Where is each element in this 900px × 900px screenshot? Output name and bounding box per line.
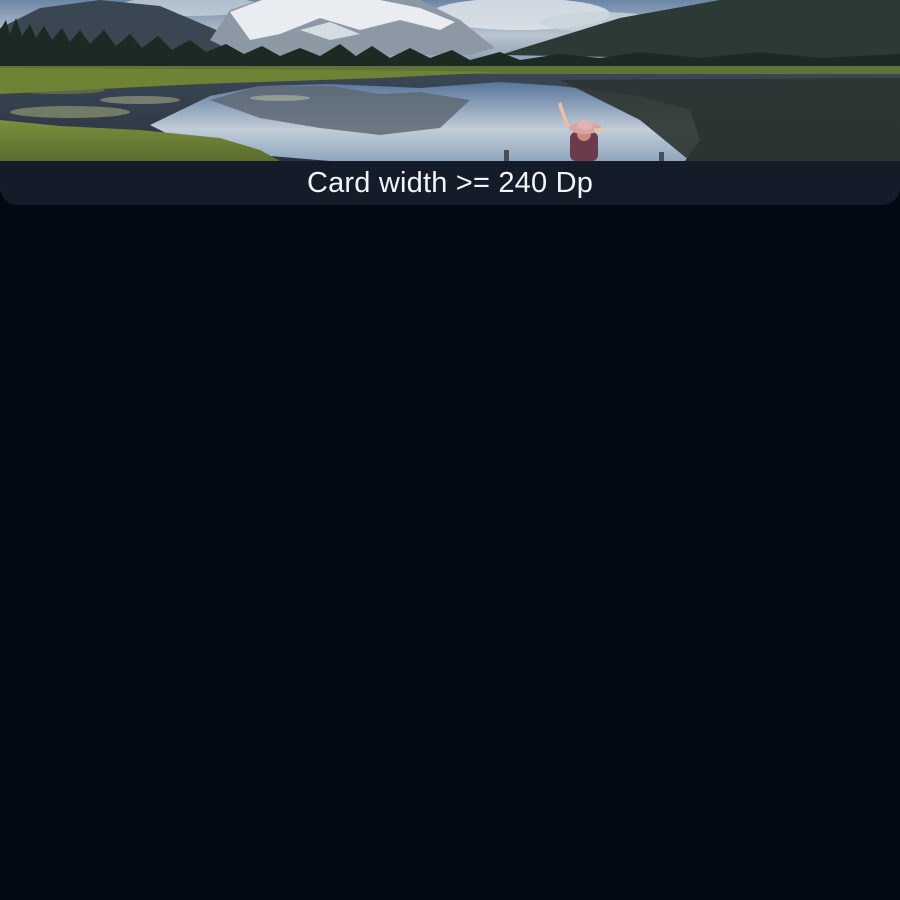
card-caption: Card width >= 240 Dp bbox=[306, 166, 594, 199]
landscape-photo bbox=[0, 0, 900, 161]
image-card[interactable]: Card width >= 240 Dp bbox=[0, 0, 900, 205]
screen: Card width >= 240 Dp bbox=[0, 0, 900, 900]
